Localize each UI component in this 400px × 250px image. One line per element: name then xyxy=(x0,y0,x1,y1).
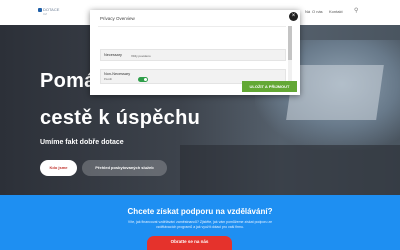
band-title: Chcete získat podporu na vzdělávání? xyxy=(127,207,273,216)
logo-sub: CZ xyxy=(43,12,47,16)
accordion-necessary-label: Necessary xyxy=(104,53,122,57)
always-enabled-label: Vždy povoleno xyxy=(131,54,151,58)
education-support-band: Chcete získat podporu na vzdělávání? Vít… xyxy=(0,195,400,250)
search-icon[interactable]: ⚲ xyxy=(354,8,358,14)
band-text-line2: vzdělávacích programů a jak využít dotac… xyxy=(156,225,244,229)
close-icon[interactable]: × xyxy=(289,12,298,21)
nav-item-contact[interactable]: Kontakt xyxy=(329,9,343,14)
services-overview-button[interactable]: Přehled poskytovaných služeb xyxy=(82,160,167,176)
toggle-knob xyxy=(144,78,147,81)
accordion-necessary[interactable]: Necessary Vždy povoleno xyxy=(100,49,286,61)
modal-scroll-area[interactable]: Necessary Vždy povoleno Non-Necessary Po… xyxy=(98,26,286,84)
nav-item-home[interactable]: Ná xyxy=(305,9,310,14)
hero-title-line2: cestě k úspěchu xyxy=(40,107,201,129)
hero-desk-image xyxy=(180,145,400,195)
about-us-button[interactable]: Kdo jsme xyxy=(40,160,77,176)
hero-subtitle: Umíme fakt dobře dotace xyxy=(40,139,124,146)
privacy-overview-modal: Privacy Overview × Necessary Vždy povole… xyxy=(90,10,300,95)
save-and-accept-button[interactable]: ULOŽIT A PŘIJMOUT xyxy=(242,81,297,92)
toggle-label: Povolit xyxy=(104,78,112,81)
hero-laptop-image xyxy=(286,65,384,120)
logo-mark-icon xyxy=(38,8,42,12)
logo[interactable]: DOTACE CZ xyxy=(38,7,60,18)
modal-scrollbar[interactable] xyxy=(288,26,292,83)
modal-scrollbar-thumb[interactable] xyxy=(288,26,292,60)
band-text-line1: Víte, jak financovat vzdělávání zaměstna… xyxy=(127,220,273,224)
non-necessary-toggle[interactable] xyxy=(138,77,148,82)
nav-item-about[interactable]: O nás xyxy=(312,9,323,14)
modal-title: Privacy Overview xyxy=(100,16,135,21)
contact-cta-button[interactable]: Obratte se na nás xyxy=(147,236,232,250)
accordion-non-necessary-label: Non-Necessary xyxy=(104,72,131,76)
hero-title-line1: Pomá xyxy=(40,70,96,92)
